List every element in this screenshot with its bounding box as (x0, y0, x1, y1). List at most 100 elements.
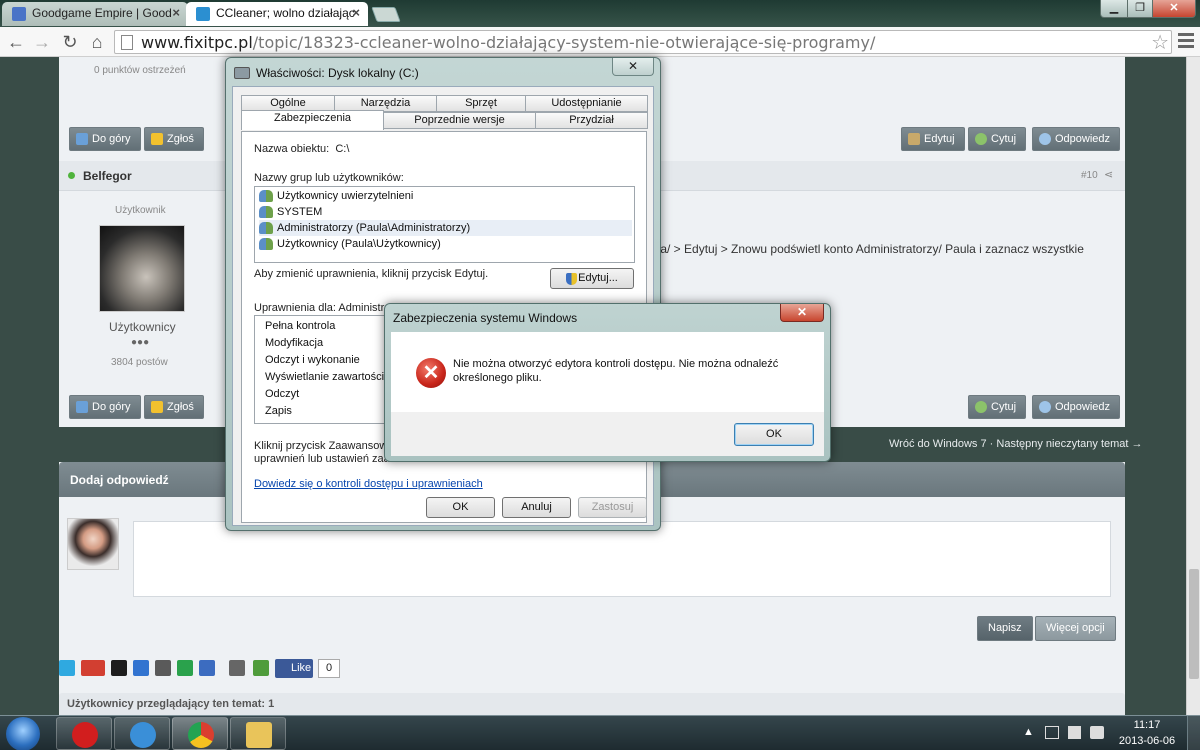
tab-title: CCleaner; wolno działając (216, 6, 355, 20)
topic-nav: Wróć do Windows 7 · Następny nieczytany … (889, 438, 1143, 450)
action-center-icon[interactable] (1068, 726, 1081, 739)
error-ok-button[interactable]: OK (734, 423, 814, 446)
tab-hardware[interactable]: Sprzęt (436, 95, 526, 112)
tab-favicon-icon (12, 7, 26, 21)
home-icon[interactable]: ⌂ (86, 31, 108, 53)
error-message-line-2: określonego pliku. (453, 372, 542, 384)
scrollbar-thumb[interactable] (1189, 569, 1199, 679)
page-scrollbar[interactable] (1186, 57, 1200, 715)
tab-sharing[interactable]: Udostępnianie (525, 95, 648, 112)
object-name-label: Nazwa obiektu: (254, 143, 330, 155)
user-group: Użytkownicy (109, 320, 176, 334)
reply-icon (1039, 133, 1051, 145)
minimize-button[interactable]: ▁ (1100, 0, 1128, 18)
groups-list[interactable]: Użytkownicy uwierzytelnieni SYSTEM Admin… (254, 186, 635, 263)
taskbar-opera[interactable] (56, 717, 112, 750)
facebook-like-button[interactable]: Like (275, 659, 313, 678)
taskbar-explorer[interactable] (230, 717, 286, 750)
submit-reply-button[interactable]: Napisz (977, 616, 1033, 641)
forward-arrow-icon[interactable]: → (31, 31, 53, 53)
group-name: Użytkownicy uwierzytelnieni (277, 190, 414, 202)
properties-ok-button[interactable]: OK (426, 497, 495, 518)
browser-titlebar: Goodgame Empire | Good × CCleaner; wolno… (0, 0, 1200, 27)
menu-icon[interactable] (1178, 33, 1194, 51)
post-author[interactable]: Belfegor (83, 169, 132, 183)
tab-close-icon[interactable]: × (352, 5, 360, 20)
tray-expand-icon[interactable]: ▲ (1023, 726, 1034, 738)
bookmark-icon[interactable] (199, 660, 215, 676)
print-icon[interactable] (229, 660, 245, 676)
opera-icon (72, 722, 98, 748)
viewers-bar: Użytkownicy przeglądający ten temat: 1 (59, 693, 1125, 715)
online-status-icon (68, 172, 75, 179)
back-arrow-icon[interactable]: ← (5, 31, 27, 53)
digg-icon[interactable] (111, 660, 127, 676)
groups-label: Nazwy grup lub użytkowników: (254, 172, 404, 184)
reply-textarea[interactable] (133, 521, 1111, 597)
list-item[interactable]: Użytkownicy (Paula\Użytkownicy) (259, 236, 632, 252)
report-button[interactable]: Zgłoś (144, 127, 204, 151)
taskbar-chrome[interactable] (172, 717, 228, 750)
delicious-icon[interactable] (133, 660, 149, 676)
stumbleupon-icon[interactable] (177, 660, 193, 676)
share-icon[interactable]: ⋖ (1104, 168, 1113, 181)
more-options-button[interactable]: Więcej opcji (1035, 616, 1116, 641)
edit-permissions-button[interactable]: Edytuj... (550, 268, 634, 289)
next-unread-link[interactable]: Następny nieczytany temat → (996, 438, 1142, 450)
clock-time[interactable]: 11:17 (1121, 719, 1173, 731)
go-top-button[interactable]: Do góry (69, 395, 141, 419)
list-item[interactable]: SYSTEM (259, 204, 632, 220)
post-count: 3804 postów (111, 357, 168, 368)
bookmark-star-icon[interactable]: ☆ (1151, 30, 1169, 54)
close-window-button[interactable]: ✕ (1152, 0, 1196, 18)
twitter-icon[interactable] (59, 660, 75, 676)
report-label: Zgłoś (167, 401, 194, 413)
learn-access-control-link[interactable]: Dowiedz się o kontroli dostępu i uprawni… (254, 478, 483, 490)
uac-shield-icon (566, 273, 577, 285)
start-button[interactable] (6, 717, 40, 750)
list-item-selected[interactable]: Administratorzy (Paula\Administratorzy) (259, 220, 632, 236)
quote-button[interactable]: Cytuj (968, 395, 1027, 419)
maximize-button[interactable]: ❐ (1127, 0, 1153, 18)
properties-close-button[interactable]: ✕ (612, 58, 654, 76)
quote-button[interactable]: Cytuj (968, 127, 1027, 151)
tab-close-icon[interactable]: × (172, 5, 180, 20)
report-button[interactable]: Zgłoś (144, 395, 204, 419)
clock-date[interactable]: 2013-06-06 (1117, 735, 1177, 747)
taskbar-itunes[interactable] (114, 717, 170, 750)
show-desktop-button[interactable] (1187, 716, 1200, 750)
volume-icon[interactable] (1090, 726, 1104, 739)
browser-tab-ccleaner[interactable]: CCleaner; wolno działając × (186, 2, 368, 26)
url-path: /topic/18323-ccleaner-wolno-działający-s… (252, 33, 876, 52)
reply-label: Odpowiedz (1055, 133, 1111, 145)
reload-icon[interactable]: ↻ (59, 31, 81, 53)
go-top-label: Do góry (92, 401, 131, 413)
network-icon[interactable] (1045, 726, 1059, 739)
tab-security[interactable]: Zabezpieczenia (241, 110, 384, 130)
users-icon (259, 206, 273, 218)
reply-button[interactable]: Odpowiedz (1032, 127, 1121, 151)
address-bar[interactable]: www.fixitpc.pl/topic/18323-ccleaner-woln… (114, 30, 1172, 54)
list-item[interactable]: Użytkownicy uwierzytelnieni (259, 188, 632, 204)
back-to-forum-link[interactable]: Wróć do Windows 7 (889, 438, 987, 450)
properties-cancel-button[interactable]: Anuluj (502, 497, 571, 518)
edit-button[interactable]: Edytuj (901, 127, 965, 151)
google-plus-icon[interactable] (81, 660, 105, 676)
tab-previous-versions[interactable]: Poprzednie wersje (383, 112, 536, 129)
post-content: ula/ > Edytuj > Znowu podświetl konto Ad… (651, 242, 1084, 256)
object-name: Nazwa obiektu: C:\ (254, 143, 349, 155)
avatar[interactable] (99, 225, 185, 312)
permission-row: Odczyt (265, 388, 300, 400)
reddit-icon[interactable] (155, 660, 171, 676)
new-tab-button[interactable] (371, 7, 401, 22)
tab-title: Goodgame Empire | Good (32, 6, 172, 20)
post-number[interactable]: #10 (1081, 170, 1098, 181)
browser-tab-goodgame[interactable]: Goodgame Empire | Good × (2, 2, 188, 26)
download-icon[interactable] (253, 660, 269, 676)
reply-button[interactable]: Odpowiedz (1032, 395, 1121, 419)
edit-icon (908, 133, 920, 145)
tab-quota[interactable]: Przydział (535, 112, 648, 129)
edit-permissions-label: Edytuj... (578, 272, 618, 284)
go-top-button[interactable]: Do góry (69, 127, 141, 151)
error-close-button[interactable]: ✕ (780, 304, 824, 322)
